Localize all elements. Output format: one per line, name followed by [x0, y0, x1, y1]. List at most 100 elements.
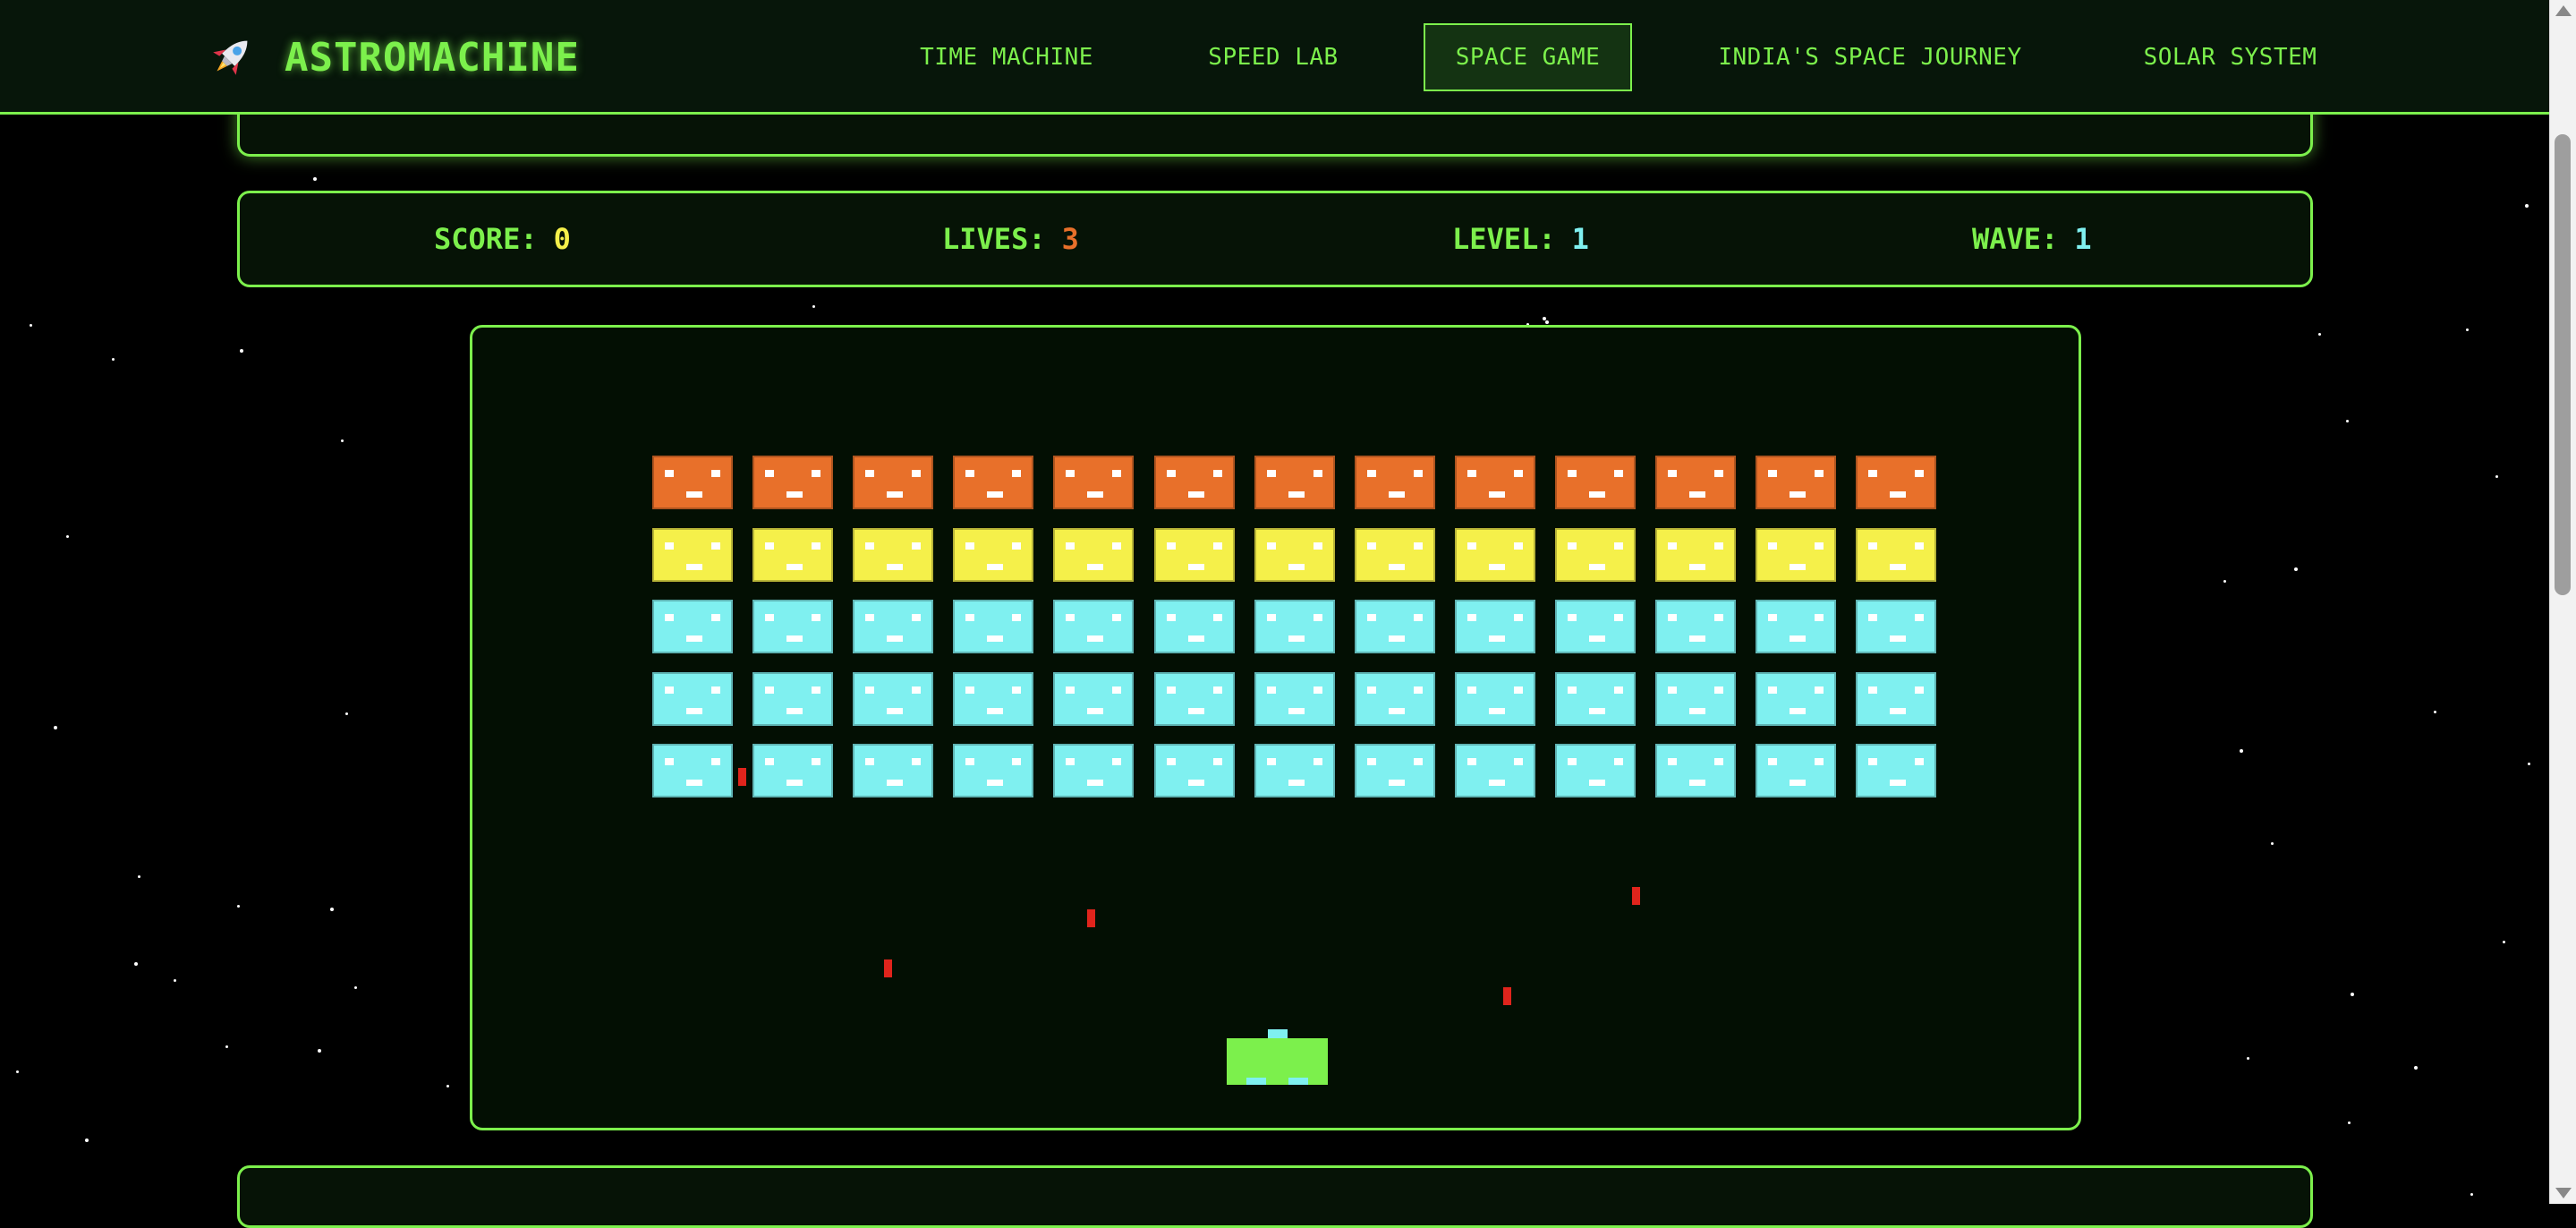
- invader-eye: [1768, 542, 1777, 550]
- invader-eye: [1868, 614, 1877, 621]
- star: [2525, 204, 2529, 208]
- wave-label: WAVE:: [1972, 222, 2059, 256]
- ship-thruster: [1288, 1078, 1308, 1085]
- invader-eye: [1714, 686, 1723, 694]
- star: [446, 1085, 449, 1087]
- invader-eye: [1314, 686, 1322, 694]
- invader-eye: [711, 542, 720, 550]
- invader-orange: [1154, 456, 1235, 509]
- invader-eye: [1915, 758, 1924, 765]
- invader-eye: [1467, 542, 1476, 550]
- nav-solar-system[interactable]: SOLAR SYSTEM: [2130, 23, 2331, 91]
- invader-mouth: [1790, 635, 1806, 642]
- nav-speed-lab[interactable]: SPEED LAB: [1190, 23, 1356, 91]
- invader-mouth: [1589, 491, 1605, 498]
- invader-eye: [1167, 686, 1176, 694]
- invader-orange: [1756, 456, 1836, 509]
- invader-eye: [1915, 614, 1924, 621]
- invader-eye: [812, 470, 820, 477]
- invader-eye: [1213, 542, 1222, 550]
- enemy-bullet: [884, 959, 892, 977]
- invader-eye: [1768, 470, 1777, 477]
- invader-eye: [1213, 614, 1222, 621]
- invader-cyan: [652, 672, 733, 726]
- invader-mouth: [887, 564, 903, 570]
- invader-eye: [1815, 614, 1824, 621]
- nav-time-machine[interactable]: TIME MACHINE: [904, 23, 1109, 91]
- invader-mouth: [1890, 635, 1906, 642]
- scroll-down-icon[interactable]: [2555, 1188, 2572, 1198]
- invader-mouth: [1589, 708, 1605, 714]
- invader-mouth: [987, 708, 1003, 714]
- invader-yellow: [1856, 528, 1936, 582]
- invader-eye: [912, 758, 921, 765]
- invader-eye: [1614, 542, 1623, 550]
- invader-eye: [1066, 470, 1075, 477]
- invader-yellow: [1455, 528, 1535, 582]
- star: [330, 908, 334, 911]
- invader-mouth: [887, 491, 903, 498]
- invader-cyan: [853, 672, 933, 726]
- invader-mouth: [1389, 708, 1405, 714]
- invader-eye: [1314, 470, 1322, 477]
- scroll-up-icon[interactable]: [2555, 5, 2572, 16]
- invader-cyan: [1154, 672, 1235, 726]
- game-canvas[interactable]: [470, 325, 2081, 1130]
- invader-eye: [1414, 542, 1423, 550]
- invader-orange: [1555, 456, 1636, 509]
- invader-eye: [1668, 542, 1677, 550]
- invader-eye: [1668, 614, 1677, 621]
- nav-space-game[interactable]: SPACE GAME: [1424, 23, 1632, 91]
- invader-eye: [1614, 614, 1623, 621]
- invader-eye: [1768, 758, 1777, 765]
- invader-eye: [1514, 470, 1523, 477]
- scroll-thumb[interactable]: [2555, 134, 2571, 595]
- invader-mouth: [1489, 491, 1505, 498]
- invader-eye: [1614, 686, 1623, 694]
- invader-mouth: [1087, 564, 1103, 570]
- invader-mouth: [1689, 564, 1705, 570]
- invader-cyan: [1756, 672, 1836, 726]
- invader-eye: [1568, 758, 1577, 765]
- star: [2247, 1057, 2249, 1060]
- invader-eye: [1367, 686, 1376, 694]
- invader-mouth: [987, 635, 1003, 642]
- invader-eye: [1012, 686, 1021, 694]
- invader-eye: [1815, 542, 1824, 550]
- invader-mouth: [786, 635, 803, 642]
- invader-eye: [1066, 686, 1075, 694]
- invader-eye: [1714, 470, 1723, 477]
- invader-eye: [1514, 758, 1523, 765]
- invader-eye: [1367, 542, 1376, 550]
- invader-eye: [1267, 686, 1276, 694]
- controls-panel: [237, 1165, 2313, 1228]
- invader-eye: [765, 470, 774, 477]
- invader-mouth: [1389, 491, 1405, 498]
- invader-mouth: [786, 780, 803, 786]
- invader-eye: [865, 470, 874, 477]
- invader-eye: [1467, 614, 1476, 621]
- page-scrollbar[interactable]: [2549, 0, 2576, 1204]
- invader-eye: [1614, 758, 1623, 765]
- invader-eye: [1568, 470, 1577, 477]
- nav-label: SOLAR SYSTEM: [2143, 44, 2317, 71]
- brand-logo[interactable]: ASTROMACHINE: [204, 29, 580, 86]
- invader-eye: [965, 542, 974, 550]
- nav-indias-space-journey[interactable]: INDIA'S SPACE JOURNEY: [1700, 23, 2040, 91]
- invader-mouth: [1689, 635, 1705, 642]
- invader-eye: [1314, 542, 1322, 550]
- invader-eye: [1213, 758, 1222, 765]
- invader-mouth: [1188, 780, 1204, 786]
- invader-eye: [1167, 758, 1176, 765]
- invader-mouth: [1489, 708, 1505, 714]
- invader-eye: [765, 542, 774, 550]
- invader-eye: [1868, 542, 1877, 550]
- star: [2271, 842, 2274, 845]
- invader-cyan: [652, 744, 733, 797]
- invader-eye: [1768, 614, 1777, 621]
- invader-eye: [711, 758, 720, 765]
- invader-mouth: [1589, 564, 1605, 570]
- star: [2223, 580, 2226, 583]
- invader-mouth: [1288, 708, 1305, 714]
- invader-cyan: [1756, 744, 1836, 797]
